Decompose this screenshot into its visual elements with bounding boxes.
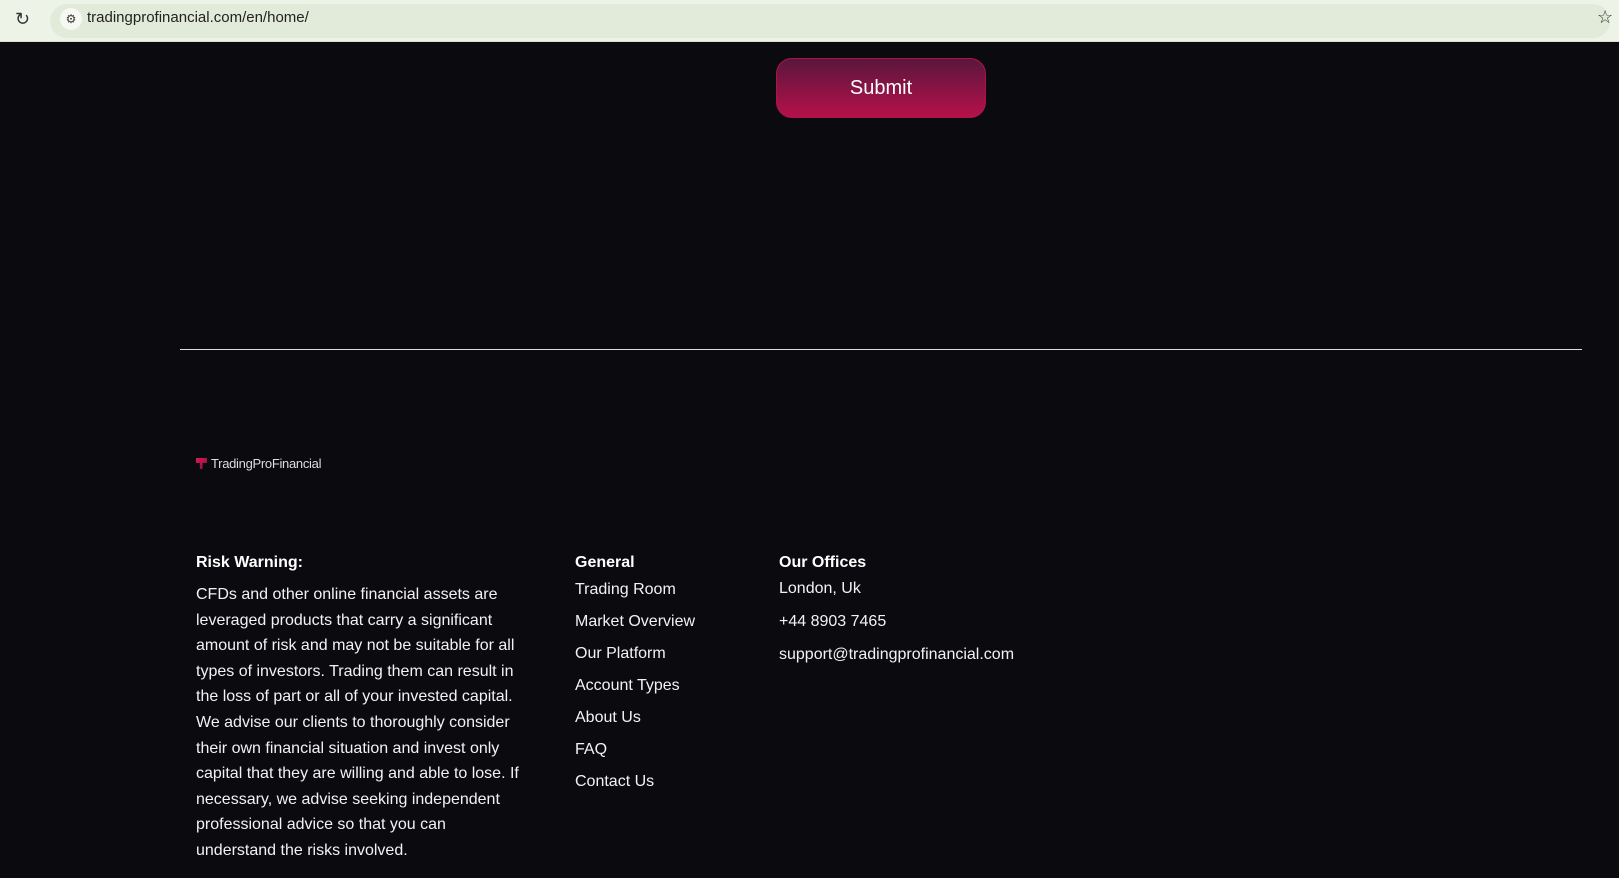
risk-warning: Risk Warning: CFDs and other online fina… [196, 554, 526, 864]
office-email[interactable]: support@tradingprofinancial.com [779, 638, 1014, 671]
link-faq[interactable]: FAQ [575, 734, 695, 766]
link-market-overview[interactable]: Market Overview [575, 606, 695, 638]
risk-text: CFDs and other online financial assets a… [196, 586, 519, 859]
browser-toolbar: ↻ ⚙ tradingprofinancial.com/en/home/ ☆ [0, 0, 1619, 42]
link-trading-room[interactable]: Trading Room [575, 574, 695, 606]
footer-logo[interactable]: TradingProFinancial [196, 456, 321, 471]
bookmark-star-icon[interactable]: ☆ [1597, 7, 1613, 28]
site-settings-icon[interactable]: ⚙ [60, 8, 82, 30]
reload-icon[interactable]: ↻ [15, 9, 30, 30]
logo-mark-icon [196, 458, 207, 469]
general-title: General [575, 554, 635, 571]
divider [180, 349, 1582, 350]
offices: Our Offices London, Uk +44 8903 7465 sup… [779, 554, 1014, 671]
logo-text: TradingProFinancial [211, 456, 322, 471]
link-contact-us[interactable]: Contact Us [575, 766, 695, 798]
risk-title: Risk Warning: [196, 554, 303, 571]
url-text[interactable]: tradingprofinancial.com/en/home/ [87, 9, 309, 26]
office-phone[interactable]: +44 8903 7465 [779, 605, 1014, 638]
link-about-us[interactable]: About Us [575, 702, 695, 734]
link-account-types[interactable]: Account Types [575, 670, 695, 702]
link-our-platform[interactable]: Our Platform [575, 638, 695, 670]
submit-button[interactable]: Submit [776, 58, 986, 118]
general-links: General Trading Room Market Overview Our… [575, 554, 695, 798]
offices-title: Our Offices [779, 554, 867, 571]
office-location: London, Uk [779, 580, 861, 597]
